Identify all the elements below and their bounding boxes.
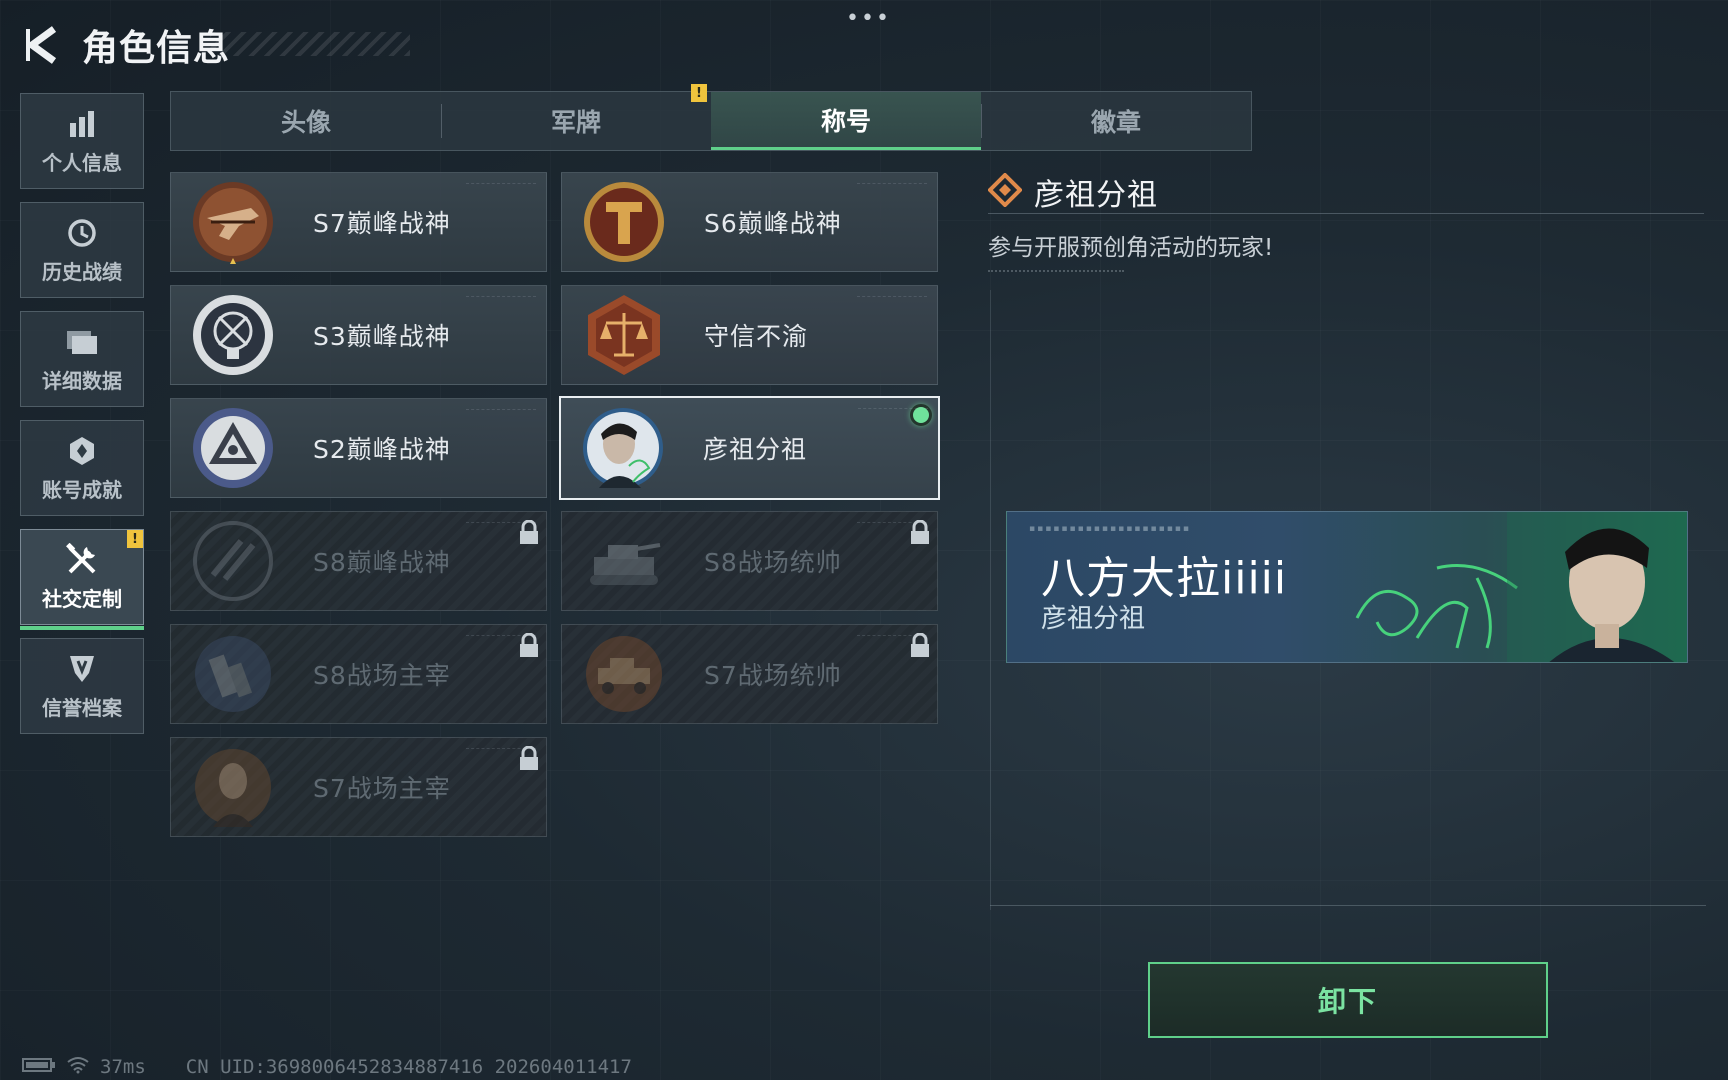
sidebar-item-social-custom[interactable]: ! 社交定制 [20,529,144,630]
sidebar-item-history[interactable]: 历史战绩 [20,202,144,298]
lock-icon [518,745,540,772]
nameplate-decoration: ▪▪▪▪▪▪▪▪▪▪▪▪▪▪▪▪▪▪▪▪ [1029,524,1191,534]
portrait-emblem-icon [579,404,667,492]
unequip-button[interactable]: 卸下 [1148,962,1548,1038]
uid-text: CN UID:3698006452834887416 202604011417 [185,1056,632,1078]
sidebar-item-label: 信誉档案 [42,695,122,720]
title-card-label: S7战场主宰 [313,774,451,803]
bar-chart-icon [65,107,99,141]
tab-avatar[interactable]: 头像 [171,92,441,150]
globe-emblem-icon [189,291,277,379]
sidebar-item-label: 账号成就 [42,477,122,502]
title-card-label: S8战场统帅 [704,548,842,577]
lock-icon [518,519,540,546]
title-card-locked[interactable]: S8战场统帅 [561,511,938,611]
signature-graphic [1355,564,1518,649]
title-decoration [210,32,410,56]
title-card-locked[interactable]: S8巅峰战神 [170,511,547,611]
title-card-label: S2巅峰战神 [313,435,451,464]
lock-icon [518,632,540,659]
detail-description: 参与开服预创角活动的玩家! [988,235,1274,261]
slash-emblem-icon [189,517,277,605]
title-card[interactable]: 守信不渝 [561,285,938,385]
tab-warning-badge: ! [691,84,707,102]
title-card-locked[interactable]: S8战场主宰 [170,624,547,724]
preview-divider [990,905,1706,906]
tank-emblem-icon [580,517,668,605]
description-decoration [988,270,1124,276]
back-arrow-icon[interactable] [22,22,62,68]
sidebar-item-achievements[interactable]: 账号成就 [20,420,144,516]
sidebar-item-credit-record[interactable]: 信誉档案 [20,638,144,734]
more-menu-icon[interactable]: ••• [846,6,891,31]
title-card-label: S7战场统帅 [704,661,842,690]
title-card[interactable]: S6巅峰战神 [561,172,938,272]
battery-icon [22,1056,56,1078]
detail-header: 彦祖分祖 [987,170,1704,214]
equipped-indicator [910,404,932,426]
nameplate-player-name: 八方大拉iiiii [1041,553,1288,604]
portrait-graphic [1507,512,1687,662]
status-footer: 37ms CN UID:3698006452834887416 20260401… [22,1056,632,1078]
vehicle-emblem-icon [580,630,668,718]
title-card-label: S7巅峰战神 [313,209,451,238]
city-emblem-icon [189,630,277,718]
title-card-label: S8巅峰战神 [313,548,451,577]
title-detail-panel: 彦祖分祖 参与开服预创角活动的玩家! [987,170,1708,276]
title-card[interactable]: S2巅峰战神 [170,398,547,498]
title-card-label: S3巅峰战神 [313,322,451,351]
title-card-label: S8战场主宰 [313,661,451,690]
lock-icon [909,519,931,546]
nameplate-preview: ▪▪▪▪▪▪▪▪▪▪▪▪▪▪▪▪▪▪▪▪ 八方大拉iiiii 彦祖分祖 [1006,511,1688,663]
pyramid-emblem-icon [189,404,277,492]
ping-value: 37ms [100,1056,146,1078]
sidebar-item-label: 社交定制 [42,586,122,611]
page-title: 角色信息 [82,28,231,69]
shield-icon [65,652,99,686]
tab-badge[interactable]: 徽章 [981,92,1251,150]
title-card[interactable]: S3巅峰战神 [170,285,547,385]
sidebar-item-personal-info[interactable]: 个人信息 [20,93,144,189]
tab-dog-tag[interactable]: 军牌 [441,92,711,150]
tab-title[interactable]: 称号 [711,92,981,150]
soldier-emblem-icon [189,743,277,831]
title-card-locked[interactable]: S7战场主宰 [170,737,547,837]
sidebar-item-label: 个人信息 [42,150,122,175]
sidebar-item-label: 详细数据 [42,368,122,393]
header: 角色信息 [22,20,230,70]
lock-icon [909,632,931,659]
sidebar: 个人信息 历史战绩 详细数据 账号成就 ! 社交定制 信誉档案 [20,93,144,747]
title-card-locked[interactable]: S7战场统帅 [561,624,938,724]
detail-title: 彦祖分祖 [1034,177,1158,213]
title-card-label: 彦祖分祖 [703,435,808,464]
title-card-selected[interactable]: 彦祖分祖 [559,396,940,500]
tools-icon [65,542,99,577]
shield-t-emblem-icon [580,178,668,266]
nameplate-title: 彦祖分祖 [1041,604,1146,634]
title-card[interactable]: S7巅峰战神 [170,172,547,272]
diamond-icon [987,171,1023,211]
crossbow-emblem-icon [189,178,277,266]
achievement-icon [65,434,99,468]
title-card-label: S6巅峰战神 [704,209,842,238]
tab-bar: 头像 军牌 称号 徽章 [170,91,1252,151]
scales-emblem-icon [580,291,668,379]
folder-icon [65,325,99,359]
sidebar-item-detailed-data[interactable]: 详细数据 [20,311,144,407]
title-card-label: 守信不渝 [704,322,809,351]
sidebar-item-label: 历史战绩 [42,259,122,284]
wifi-icon [66,1056,90,1079]
warning-badge: ! [127,530,143,548]
history-icon [65,216,99,250]
